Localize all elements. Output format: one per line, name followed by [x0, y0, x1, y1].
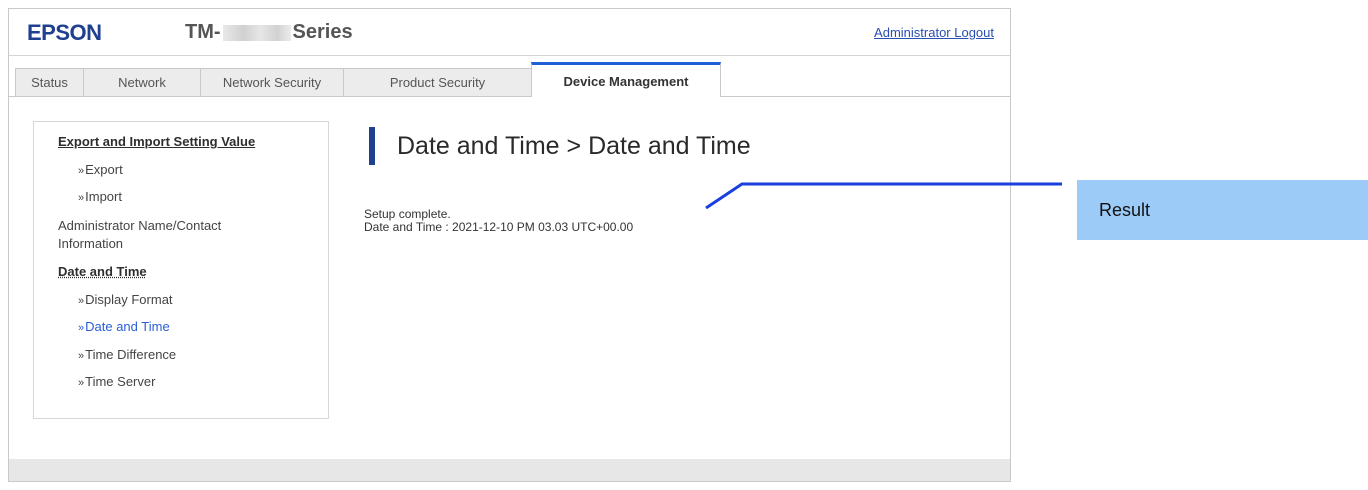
- result-callout: Result: [1077, 180, 1368, 240]
- tab-device-management[interactable]: Device Management: [531, 62, 721, 97]
